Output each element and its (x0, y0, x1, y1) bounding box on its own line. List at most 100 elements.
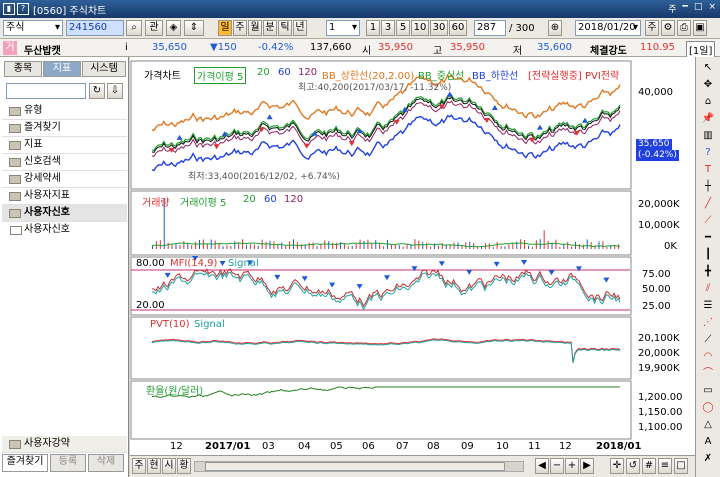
tab-system[interactable]: 시스템 (82, 61, 126, 77)
view-count-input[interactable]: 287 (474, 20, 506, 36)
legend-ma120[interactable]: 120 (298, 67, 317, 78)
tree-item-type[interactable]: 유형 (2, 103, 127, 120)
tree-item-favorites[interactable]: 즐겨찾기 (2, 120, 127, 137)
fullscreen-icon[interactable]: □ (674, 458, 688, 474)
interval-30-button[interactable]: 30 (430, 20, 448, 36)
tree-item-strength[interactable]: 강세약세 (2, 171, 127, 188)
refresh-icon[interactable]: ↻ (89, 83, 105, 99)
help-icon[interactable]: ? (699, 145, 717, 161)
erase-tool-icon[interactable]: ✗ (699, 451, 717, 467)
save-icon[interactable]: ▣ (693, 20, 707, 36)
count-select[interactable]: 1 ▾ (326, 20, 360, 36)
close-button[interactable]: × (708, 2, 716, 15)
legend-ma20[interactable]: 20 (257, 67, 270, 78)
text-tool-icon[interactable]: T (699, 162, 717, 178)
zoom-icon[interactable]: ⊕ (548, 20, 562, 36)
tab-stock[interactable]: 종목 (4, 61, 42, 77)
window-option-button[interactable]: 주 (668, 2, 676, 15)
mfi-panel-title[interactable]: MFI(14,9) (170, 258, 217, 269)
bottom-tab-current[interactable]: 현 (147, 458, 161, 474)
legend-vol-ma20[interactable]: 20 (243, 194, 256, 205)
period-month-button[interactable]: 월 (248, 20, 262, 36)
arrow-icon[interactable]: ↖ (699, 60, 717, 76)
interval-5-button[interactable]: 5 (396, 20, 410, 36)
volume-panel-title[interactable]: 거래량 (142, 194, 170, 209)
interval-1-button[interactable]: 1 (366, 20, 380, 36)
zoom-in-icon[interactable]: + (565, 458, 579, 474)
chart-area[interactable]: 가격차트 가격이평 5 20 60 120 BB_상한선(20,2.00) BB… (130, 57, 695, 477)
interval-3-button[interactable]: 3 (381, 20, 395, 36)
channel-tool-icon[interactable]: ⫽ (699, 281, 717, 297)
cross-tool-icon[interactable]: ╋ (699, 264, 717, 280)
reset-icon[interactable]: ↺ (626, 458, 640, 474)
magnet-icon[interactable]: ⌂ (699, 94, 717, 110)
legend-vol-ma5[interactable]: 거래이평 5 (180, 194, 226, 209)
crosshair-tool-icon[interactable]: ┼ (699, 179, 717, 195)
legend-ma5[interactable]: 가격이평 5 (194, 67, 247, 84)
chart-scrollbar[interactable] (194, 461, 524, 472)
fx-panel-title[interactable]: 환율(원/달러) (146, 382, 203, 397)
legend-ma60[interactable]: 60 (278, 67, 291, 78)
indicator-search-input[interactable] (6, 83, 86, 99)
delete-button[interactable]: 삭제 (88, 454, 124, 472)
line-tool-icon[interactable]: ╱ (699, 196, 717, 212)
stock-code-input[interactable]: 241560 (66, 20, 124, 36)
search-icon[interactable]: ⌕ (126, 20, 142, 36)
info-icon[interactable]: i (125, 42, 128, 53)
scrollbar-thumb[interactable] (205, 462, 505, 471)
market-select[interactable]: 주식 ▾ (3, 20, 63, 36)
gann-tool-icon[interactable]: ⟋ (699, 332, 717, 348)
legend-vol-ma120[interactable]: 120 (284, 194, 303, 205)
legend-vol-ma60[interactable]: 60 (264, 194, 277, 205)
triangle-tool-icon[interactable]: △ (699, 417, 717, 433)
period-tick-button[interactable]: 틱 (278, 20, 292, 36)
register-button[interactable]: 등록 (50, 454, 86, 472)
option-button[interactable]: 주 (645, 20, 659, 36)
tree-item-user-strength[interactable]: 사용자강약 (2, 436, 127, 453)
tab-favorites-bottom[interactable]: 즐겨찾기 (2, 454, 48, 472)
interval-60-button[interactable]: 60 (449, 20, 467, 36)
tree-item-indicators[interactable]: 지표 (2, 137, 127, 154)
bottom-tab-market[interactable]: 시 (162, 458, 176, 474)
period-week-button[interactable]: 주 (233, 20, 247, 36)
pointer-icon[interactable]: ✥ (699, 77, 717, 93)
updown-spin-icon[interactable]: ⇕ (184, 20, 204, 36)
interval-10-button[interactable]: 10 (411, 20, 429, 36)
date-input[interactable]: 2018/01/20 ▾ (575, 20, 641, 36)
legend-pvi-strategy[interactable]: [전략실행중] PVI전략 (528, 67, 619, 82)
bottom-tab-status[interactable]: 황 (177, 458, 191, 474)
fibo-tool-icon[interactable]: ☰ (699, 298, 717, 314)
vline-tool-icon[interactable]: ┃ (699, 247, 717, 263)
scroll-right-icon[interactable]: ▶ (580, 458, 594, 474)
print-icon[interactable]: ⎙ (677, 20, 691, 36)
auto-tool-icon[interactable]: A (699, 434, 717, 450)
minimize-button[interactable]: ━ (683, 2, 688, 15)
prev-stock-icon[interactable]: ◈ (166, 20, 181, 36)
chart-type-icon[interactable]: ▥ (699, 128, 717, 144)
scroll-left-icon[interactable]: ◀ (535, 458, 549, 474)
tree-item-signal-search[interactable]: 신호검색 (2, 154, 127, 171)
rect-tool-icon[interactable]: ▭ (699, 383, 717, 399)
maximize-button[interactable]: □ (694, 2, 703, 15)
legend-bb-lower[interactable]: BB_하한선 (472, 67, 518, 82)
period-day-button[interactable]: 일 (218, 20, 232, 36)
download-icon[interactable]: ⇩ (107, 83, 123, 99)
arc-tool-icon[interactable]: ◠ (699, 349, 717, 365)
pin-icon[interactable]: 📌 (699, 111, 717, 127)
tree-item-user-signal[interactable]: 사용자신호 (2, 205, 127, 222)
interest-button[interactable]: 관 (145, 20, 163, 36)
chart-config-icon[interactable]: ≡ (658, 458, 672, 474)
period-year-button[interactable]: 년 (293, 20, 307, 36)
tab-indicator[interactable]: 지표 (43, 61, 81, 77)
hline-tool-icon[interactable]: ━ (699, 230, 717, 246)
trend-tool-icon[interactable]: ⟋ (699, 213, 717, 229)
ellipse-tool-icon[interactable]: ◯ (699, 400, 717, 416)
bottom-tab-main[interactable]: 주 (132, 458, 146, 474)
fan-tool-icon[interactable]: ⋰ (699, 315, 717, 331)
help-icon[interactable]: ? (17, 3, 29, 15)
legend-pvt-signal[interactable]: Signal (194, 319, 225, 330)
period-minute-button[interactable]: 분 (263, 20, 277, 36)
zoom-out-icon[interactable]: − (550, 458, 564, 474)
grid-icon[interactable]: # (642, 458, 656, 474)
crosshair-icon[interactable]: ✛ (610, 458, 624, 474)
